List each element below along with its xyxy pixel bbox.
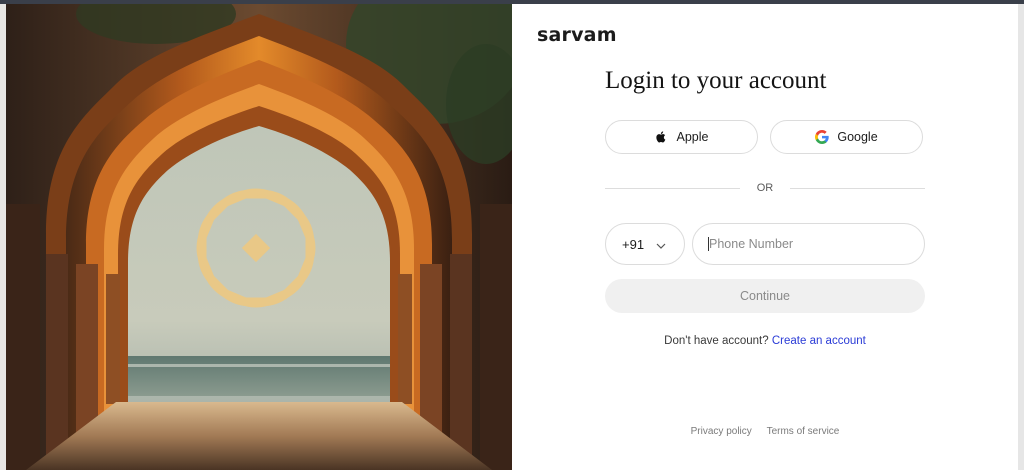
apple-login-button[interactable]: Apple xyxy=(605,120,758,154)
google-icon xyxy=(815,130,830,144)
archway-scene xyxy=(6,4,512,470)
terms-of-service-link[interactable]: Terms of service xyxy=(767,426,840,437)
apple-icon xyxy=(655,130,669,144)
footer-links: Privacy policy Terms of service xyxy=(605,426,925,437)
right-scrollbar-track[interactable] xyxy=(1018,4,1024,470)
privacy-policy-link[interactable]: Privacy policy xyxy=(691,426,752,437)
google-login-label: Google xyxy=(837,130,878,144)
phone-number-input[interactable] xyxy=(692,223,925,265)
hero-illustration xyxy=(6,4,512,470)
signup-prompt-text: Don't have account? xyxy=(664,335,769,347)
or-label: OR xyxy=(756,182,774,194)
continue-button[interactable]: Continue xyxy=(605,279,925,313)
google-login-button[interactable]: Google xyxy=(770,120,923,154)
signup-prompt: Don't have account? Create an account xyxy=(605,335,925,347)
country-code-select[interactable]: +91 xyxy=(605,223,685,265)
text-caret xyxy=(708,237,709,251)
login-panel: sarvam Login to your account Apple Googl… xyxy=(512,4,1018,470)
page-title: Login to your account xyxy=(605,67,827,94)
create-account-link[interactable]: Create an account xyxy=(772,335,866,347)
country-code-value: +91 xyxy=(622,236,645,252)
brand-logo: sarvam xyxy=(537,24,617,46)
apple-login-label: Apple xyxy=(676,130,709,144)
chevron-down-icon xyxy=(656,237,666,252)
